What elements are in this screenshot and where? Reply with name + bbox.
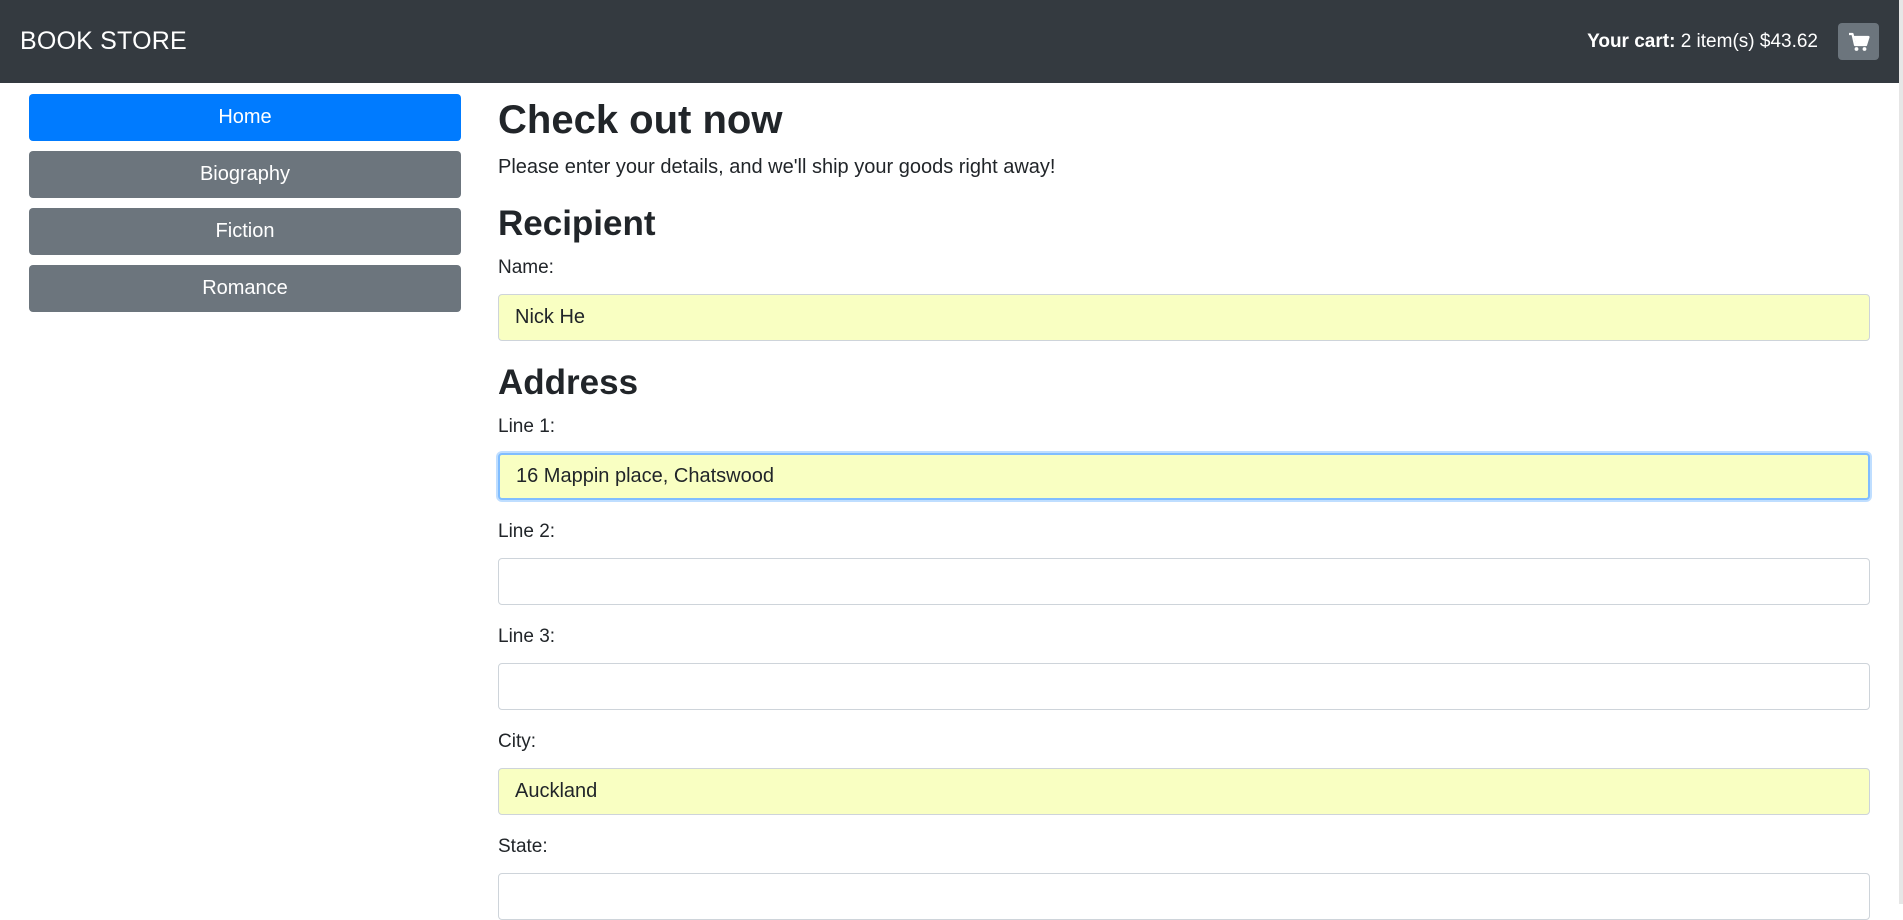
recipient-heading: Recipient (498, 204, 656, 243)
page-title: Check out now (498, 98, 783, 142)
name-label: Name: (498, 257, 554, 278)
intro-text: Please enter your details, and we'll shi… (498, 156, 1056, 178)
city-input[interactable] (498, 768, 1870, 815)
checkout-form: Check out now Please enter your details,… (498, 92, 1870, 920)
cart-summary-value: 2 item(s) $43.62 (1680, 30, 1818, 52)
line1-label: Line 1: (498, 416, 556, 437)
top-navbar: BOOK STORE Your cart: 2 item(s) $43.62 (0, 0, 1899, 83)
sidebar-item-biography[interactable]: Biography (29, 151, 461, 198)
category-sidebar: Home Biography Fiction Romance (29, 94, 461, 322)
page-scrollbar[interactable] (1899, 0, 1903, 904)
line3-input[interactable] (498, 663, 1870, 710)
city-label: City: (498, 731, 536, 752)
cart-button[interactable] (1838, 23, 1879, 60)
state-input[interactable] (498, 873, 1870, 920)
state-label: State: (498, 836, 548, 857)
cart-label: Your cart: (1587, 30, 1676, 52)
address-heading: Address (498, 363, 639, 402)
name-input[interactable] (498, 294, 1870, 341)
shopping-cart-icon (1848, 32, 1870, 51)
cart-summary-area: Your cart: 2 item(s) $43.62 (1587, 23, 1879, 60)
sidebar-item-fiction[interactable]: Fiction (29, 208, 461, 255)
brand-logo[interactable]: BOOK STORE (20, 27, 187, 56)
line1-input[interactable] (498, 453, 1870, 500)
line3-label: Line 3: (498, 626, 556, 647)
line2-label: Line 2: (498, 521, 556, 542)
sidebar-item-romance[interactable]: Romance (29, 265, 461, 312)
line2-input[interactable] (498, 558, 1870, 605)
cart-summary: Your cart: 2 item(s) $43.62 (1587, 31, 1818, 53)
sidebar-item-home[interactable]: Home (29, 94, 461, 141)
